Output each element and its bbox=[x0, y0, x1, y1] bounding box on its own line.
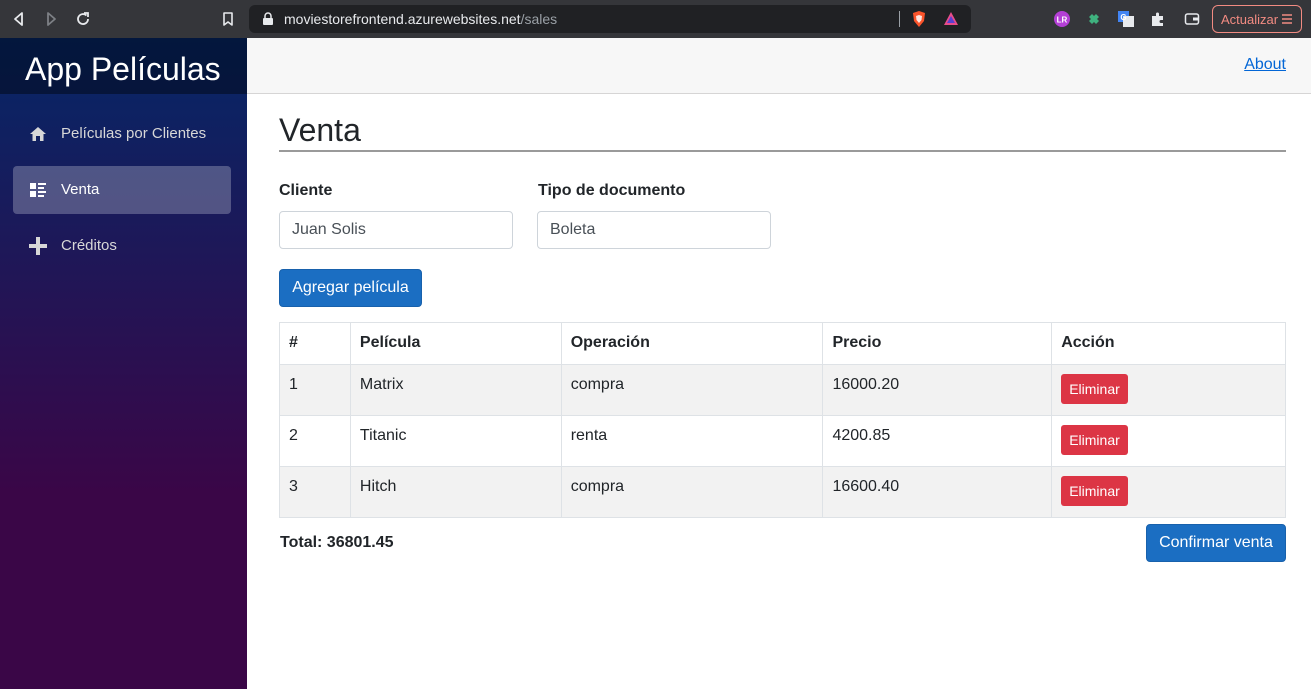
brand-bar: App Películas bbox=[0, 38, 247, 94]
extension-translate-icon[interactable]: G bbox=[1116, 9, 1136, 29]
url-path: /sales bbox=[520, 11, 558, 27]
confirm-sale-button[interactable]: Confirmar venta bbox=[1146, 524, 1286, 562]
update-label: Actualizar bbox=[1221, 11, 1279, 27]
row-pelicula: Hitch bbox=[349, 466, 562, 518]
wallet-icon[interactable] bbox=[1182, 9, 1202, 29]
home-icon bbox=[30, 127, 46, 141]
update-button[interactable]: Actualizar bbox=[1212, 5, 1302, 33]
row-accion: Eliminar bbox=[1051, 364, 1286, 416]
reload-icon[interactable] bbox=[73, 9, 93, 29]
delete-button[interactable]: Eliminar bbox=[1061, 425, 1128, 455]
sales-table: # Película Operación Precio Acción 1 Mat… bbox=[279, 322, 1286, 518]
app-brand[interactable]: App Películas bbox=[25, 51, 221, 88]
sidebar-item-creditos[interactable]: Créditos bbox=[13, 222, 231, 270]
cliente-input[interactable] bbox=[279, 211, 513, 249]
tipo-documento-input[interactable] bbox=[537, 211, 771, 249]
sidebar-item-venta[interactable]: Venta bbox=[13, 166, 231, 214]
delete-button[interactable]: Eliminar bbox=[1061, 476, 1128, 506]
top-row: About bbox=[247, 38, 1311, 94]
bookmark-icon[interactable] bbox=[218, 9, 238, 29]
column-header-precio: Precio bbox=[822, 322, 1053, 365]
column-header-pelicula: Película bbox=[349, 322, 562, 365]
column-header-operacion: Operación bbox=[560, 322, 824, 365]
back-icon[interactable] bbox=[9, 9, 29, 29]
add-movie-button[interactable]: Agregar película bbox=[279, 269, 422, 307]
row-accion: Eliminar bbox=[1051, 466, 1286, 518]
sidebar-item-label: Venta bbox=[61, 181, 100, 198]
row-operacion: compra bbox=[560, 364, 824, 416]
row-precio: 16600.40 bbox=[822, 466, 1053, 518]
url-text: moviestorefrontend.azurewebsites.net/sal… bbox=[284, 11, 557, 27]
cliente-label: Cliente bbox=[279, 182, 333, 199]
table-row: 1 Matrix compra 16000.20 Eliminar bbox=[279, 364, 1286, 416]
svg-text:LR: LR bbox=[1057, 16, 1068, 25]
forward-icon[interactable] bbox=[41, 9, 61, 29]
extensions-puzzle-icon[interactable] bbox=[1148, 9, 1168, 29]
browser-toolbar: moviestorefrontend.azurewebsites.net/sal… bbox=[0, 0, 1311, 38]
row-operacion: renta bbox=[560, 415, 824, 467]
url-domain: moviestorefrontend.azurewebsites.net bbox=[284, 11, 521, 27]
row-precio: 4200.85 bbox=[822, 415, 1053, 467]
column-header-number: # bbox=[279, 322, 351, 365]
plus-icon bbox=[29, 237, 47, 255]
table-header-row: # Película Operación Precio Acción bbox=[279, 322, 1286, 365]
row-accion: Eliminar bbox=[1051, 415, 1286, 467]
about-link[interactable]: About bbox=[1244, 56, 1286, 74]
row-pelicula: Titanic bbox=[349, 415, 562, 467]
menu-icon bbox=[1282, 14, 1292, 24]
extension-puzzle-green-icon[interactable] bbox=[1084, 9, 1104, 29]
url-separator bbox=[899, 11, 900, 27]
sidebar-item-label: Películas por Clientes bbox=[61, 125, 207, 142]
table-row: 2 Titanic renta 4200.85 Eliminar bbox=[279, 415, 1286, 467]
row-number: 1 bbox=[279, 364, 351, 416]
title-divider bbox=[279, 150, 1286, 152]
total-amount: Total: 36801.45 bbox=[280, 534, 394, 551]
list-icon bbox=[30, 183, 46, 197]
brave-shield-icon[interactable] bbox=[910, 10, 928, 28]
sidebar-item-label: Créditos bbox=[61, 237, 117, 254]
row-number: 2 bbox=[279, 415, 351, 467]
row-number: 3 bbox=[279, 466, 351, 518]
row-operacion: compra bbox=[560, 466, 824, 518]
delete-button[interactable]: Eliminar bbox=[1061, 374, 1128, 404]
lock-icon bbox=[263, 12, 273, 25]
sidebar: App Películas Películas por Clientes Ven… bbox=[0, 38, 247, 689]
tipo-documento-label: Tipo de documento bbox=[538, 182, 686, 199]
svg-text:G: G bbox=[1120, 13, 1126, 22]
extension-lr-icon[interactable]: LR bbox=[1052, 9, 1072, 29]
page-title: Venta bbox=[279, 112, 361, 148]
brave-rewards-icon[interactable] bbox=[943, 11, 959, 27]
table-row: 3 Hitch compra 16600.40 Eliminar bbox=[279, 466, 1286, 518]
row-precio: 16000.20 bbox=[822, 364, 1053, 416]
column-header-accion: Acción bbox=[1051, 322, 1286, 365]
address-bar[interactable]: moviestorefrontend.azurewebsites.net/sal… bbox=[249, 5, 971, 33]
row-pelicula: Matrix bbox=[349, 364, 562, 416]
sidebar-item-peliculas-por-clientes[interactable]: Películas por Clientes bbox=[13, 110, 231, 158]
